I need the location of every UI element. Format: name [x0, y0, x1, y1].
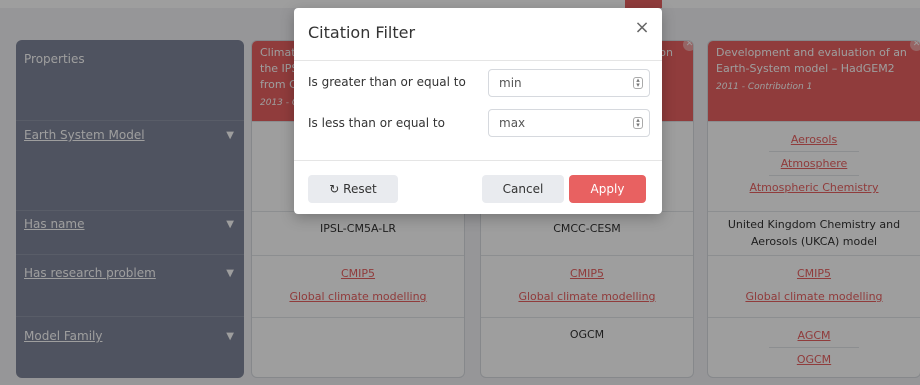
max-input[interactable]: max ▴ ▾ [488, 109, 650, 137]
reset-icon: ↻ [329, 182, 340, 196]
divider [294, 60, 662, 61]
min-placeholder: min [499, 76, 522, 90]
close-icon[interactable]: × [632, 18, 652, 38]
reset-label: Reset [343, 182, 377, 196]
citation-filter-modal: Citation Filter × Is greater than or equ… [294, 8, 662, 214]
apply-button[interactable]: Apply [569, 175, 646, 203]
reset-button[interactable]: ↻ Reset [308, 175, 398, 203]
modal-title: Citation Filter [308, 23, 416, 42]
spinner-icon[interactable]: ▴ ▾ [633, 77, 643, 89]
min-input[interactable]: min ▴ ▾ [488, 69, 650, 97]
spinner-icon[interactable]: ▴ ▾ [633, 117, 643, 129]
min-label: Is greater than or equal to [308, 75, 466, 89]
cancel-button[interactable]: Cancel [482, 175, 564, 203]
max-label: Is less than or equal to [308, 116, 445, 130]
divider [294, 160, 662, 161]
max-placeholder: max [499, 116, 526, 130]
